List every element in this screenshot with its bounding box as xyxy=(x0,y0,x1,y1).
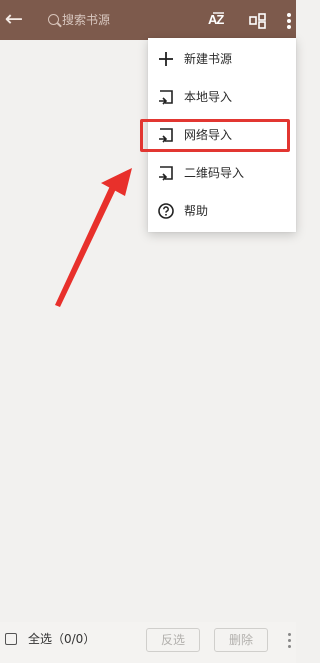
menu-item-label: 新建书源 xyxy=(184,52,233,66)
plus-icon xyxy=(159,52,173,66)
import-icon xyxy=(159,166,173,181)
search-icon xyxy=(48,14,59,25)
more-vert-icon xyxy=(288,633,291,636)
group-icon xyxy=(249,13,266,29)
select-all-checkbox[interactable] xyxy=(5,633,17,645)
back-button[interactable]: ← xyxy=(2,8,26,32)
menu-item-new-source[interactable]: 新建书源 xyxy=(148,40,296,78)
top-app-bar: ← 搜索书源 AZ xyxy=(0,0,296,40)
sort-button[interactable]: AZ xyxy=(208,10,230,32)
arrow-left-icon: ← xyxy=(4,7,24,32)
more-vert-icon xyxy=(287,13,291,17)
invert-selection-button[interactable]: 反选 xyxy=(146,628,200,652)
menu-item-label: 帮助 xyxy=(184,204,209,218)
group-button[interactable] xyxy=(249,11,269,31)
highlight-box xyxy=(140,119,290,152)
sort-arrow-icon xyxy=(213,12,224,14)
delete-button[interactable]: 删除 xyxy=(214,628,268,652)
menu-item-label: 二维码导入 xyxy=(184,166,245,180)
menu-item-help[interactable]: 帮助 xyxy=(148,192,296,230)
search-placeholder: 搜索书源 xyxy=(62,13,111,27)
menu-item-local-import[interactable]: 本地导入 xyxy=(148,78,296,116)
search-input[interactable]: 搜索书源 xyxy=(40,9,180,31)
overflow-menu-button[interactable] xyxy=(284,11,294,31)
bottom-more-button[interactable] xyxy=(286,632,294,650)
menu-item-label: 本地导入 xyxy=(184,90,233,104)
select-all-label: 全选（0/0） xyxy=(28,632,96,646)
menu-item-qrcode-import[interactable]: 二维码导入 xyxy=(148,154,296,192)
import-icon xyxy=(159,90,173,105)
help-icon xyxy=(158,203,174,219)
